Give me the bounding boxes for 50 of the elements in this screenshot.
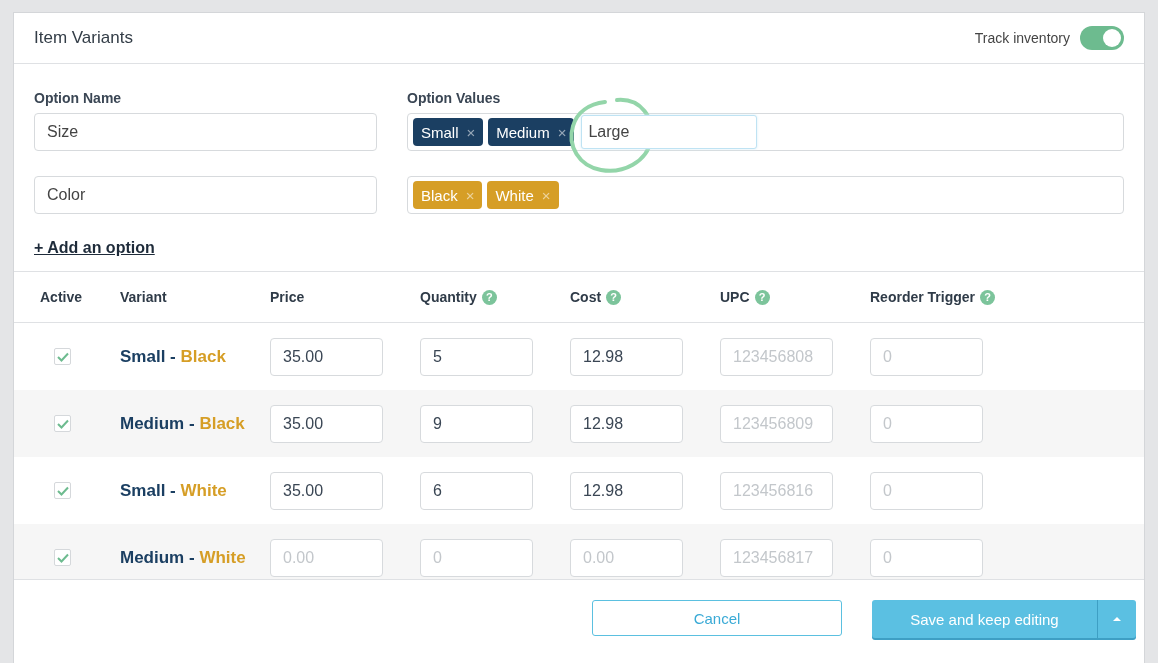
save-options-button[interactable] bbox=[1097, 600, 1136, 638]
variant-field[interactable]: 5 bbox=[420, 337, 533, 376]
variant-field[interactable]: 6 bbox=[420, 471, 533, 510]
variant-field[interactable]: 123456816 bbox=[720, 471, 833, 510]
variant-name: Medium - White bbox=[120, 547, 246, 567]
variant-field[interactable]: 0.00 bbox=[270, 538, 383, 577]
variant-field[interactable]: 0 bbox=[420, 538, 533, 577]
option-values-label: Option Values bbox=[407, 90, 502, 106]
variant-field[interactable]: 35.00 bbox=[270, 404, 383, 443]
column-header: Active bbox=[40, 289, 83, 305]
column-header: Price bbox=[270, 289, 305, 305]
variant-field[interactable]: 123456809 bbox=[720, 404, 833, 443]
option-name-field[interactable]: Color bbox=[34, 176, 377, 214]
option-name-field[interactable]: Size bbox=[34, 113, 377, 151]
track-inventory-toggle[interactable] bbox=[1080, 26, 1124, 50]
variant-field[interactable]: 12.98 bbox=[570, 404, 683, 443]
active-checkbox[interactable] bbox=[54, 482, 71, 499]
variant-name: Small - White bbox=[120, 480, 227, 500]
variant-field[interactable]: 35.00 bbox=[270, 471, 383, 510]
option-values-field[interactable]: Small × Medium × Large bbox=[407, 113, 1124, 151]
variant-field[interactable]: 35.00 bbox=[270, 337, 383, 376]
column-header: Quantity bbox=[420, 289, 477, 305]
variant-field[interactable]: 0 bbox=[870, 404, 983, 443]
option-value-tag[interactable]: Medium × bbox=[488, 118, 575, 146]
column-header: Variant bbox=[120, 289, 167, 305]
variant-name: Medium - Black bbox=[120, 413, 245, 433]
column-header: Reorder Trigger bbox=[870, 289, 976, 305]
active-checkbox[interactable] bbox=[54, 549, 71, 566]
variant-name: Small - Black bbox=[120, 346, 226, 366]
variant-field[interactable]: 12.98 bbox=[570, 471, 683, 510]
variant-field[interactable]: 9 bbox=[420, 404, 533, 443]
active-checkbox[interactable] bbox=[54, 415, 71, 432]
variant-field[interactable]: 123456817 bbox=[720, 538, 833, 577]
column-header: UPC bbox=[720, 289, 750, 305]
active-checkbox[interactable] bbox=[54, 348, 71, 365]
new-value-input[interactable]: Large bbox=[581, 115, 758, 149]
option-name-label: Option Name bbox=[34, 90, 123, 106]
track-inventory-label: Track inventory bbox=[974, 30, 1070, 46]
remove-icon[interactable]: × bbox=[466, 123, 476, 141]
option-value-tag[interactable]: Small × bbox=[413, 118, 484, 146]
variant-field[interactable]: 0 bbox=[870, 337, 983, 376]
variant-field[interactable]: 0.00 bbox=[570, 538, 683, 577]
variant-field[interactable]: 0 bbox=[870, 471, 983, 510]
variant-field[interactable]: 12.98 bbox=[570, 337, 683, 376]
variant-field[interactable]: 0 bbox=[870, 538, 983, 577]
variant-field[interactable]: 123456808 bbox=[720, 337, 833, 376]
panel-title: Item Variants bbox=[34, 28, 133, 48]
column-header: Cost bbox=[570, 289, 602, 305]
remove-icon[interactable]: × bbox=[557, 123, 567, 141]
add-option-link[interactable]: + Add an option bbox=[34, 239, 155, 257]
